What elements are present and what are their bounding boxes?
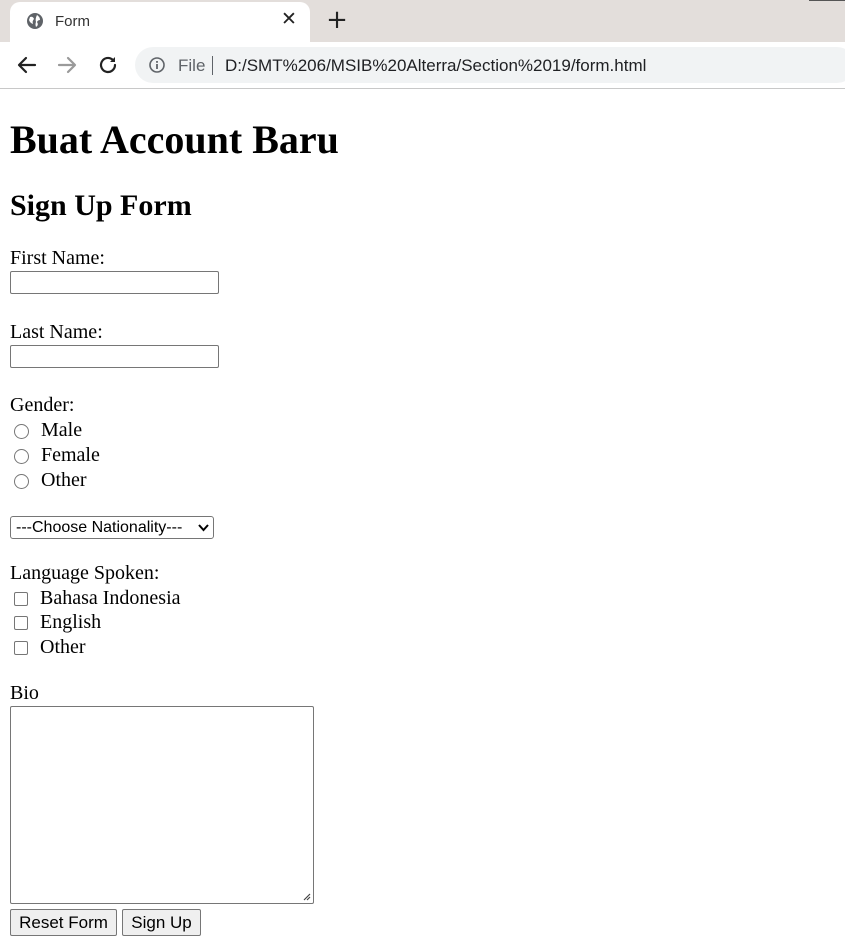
male-label: Male (41, 419, 83, 441)
language-label: Language Spoken: (10, 562, 160, 584)
bio-textarea[interactable] (10, 706, 314, 904)
reset-form-button[interactable]: Reset Form (10, 909, 117, 936)
nationality-selected-value: ---Choose Nationality--- (16, 519, 183, 536)
browser-tab[interactable]: Form ✕ (10, 2, 310, 42)
english-checkbox[interactable] (14, 616, 28, 630)
info-icon[interactable] (149, 57, 165, 73)
forward-arrow-icon[interactable] (55, 53, 79, 77)
female-label: Female (41, 444, 100, 466)
browser-toolbar: File D:/SMT%206/MSIB%20Alterra/Section%2… (0, 42, 845, 89)
tab-title: Form (55, 13, 90, 30)
url-separator (212, 56, 213, 75)
back-arrow-icon[interactable] (15, 53, 39, 77)
url-scheme-label: File (178, 56, 206, 75)
bahasa-checkbox[interactable] (14, 592, 28, 606)
url-text[interactable]: D:/SMT%206/MSIB%20Alterra/Section%2019/f… (225, 56, 646, 76)
gender-label: Gender: (10, 394, 75, 416)
other-language-label: Other (40, 636, 86, 658)
female-radio[interactable] (14, 449, 29, 464)
first-name-label: First Name: (10, 247, 105, 269)
other-language-checkbox[interactable] (14, 641, 28, 655)
english-label: English (40, 611, 102, 633)
reload-icon[interactable] (96, 53, 120, 77)
globe-icon (27, 13, 43, 29)
last-name-label: Last Name: (10, 321, 103, 343)
last-name-input[interactable] (10, 345, 219, 368)
first-name-input[interactable] (10, 271, 219, 294)
resize-grip-icon[interactable] (301, 891, 311, 901)
new-tab-icon[interactable]: + (326, 7, 348, 33)
chevron-down-icon (198, 524, 209, 532)
nationality-select[interactable]: ---Choose Nationality--- (10, 516, 214, 539)
bahasa-label: Bahasa Indonesia (40, 587, 181, 609)
other-gender-radio[interactable] (14, 474, 29, 489)
close-tab-icon[interactable]: ✕ (281, 10, 297, 29)
address-bar[interactable]: File D:/SMT%206/MSIB%20Alterra/Section%2… (135, 47, 845, 83)
form-title: Sign Up Form (10, 189, 192, 222)
sign-up-button[interactable]: Sign Up (122, 909, 201, 936)
male-radio[interactable] (14, 424, 29, 439)
window-edge (809, 0, 845, 1)
tab-strip: Form ✕ + (0, 0, 845, 42)
page-heading: Buat Account Baru (10, 117, 339, 162)
other-gender-label: Other (41, 469, 87, 491)
bio-label: Bio (10, 682, 39, 704)
